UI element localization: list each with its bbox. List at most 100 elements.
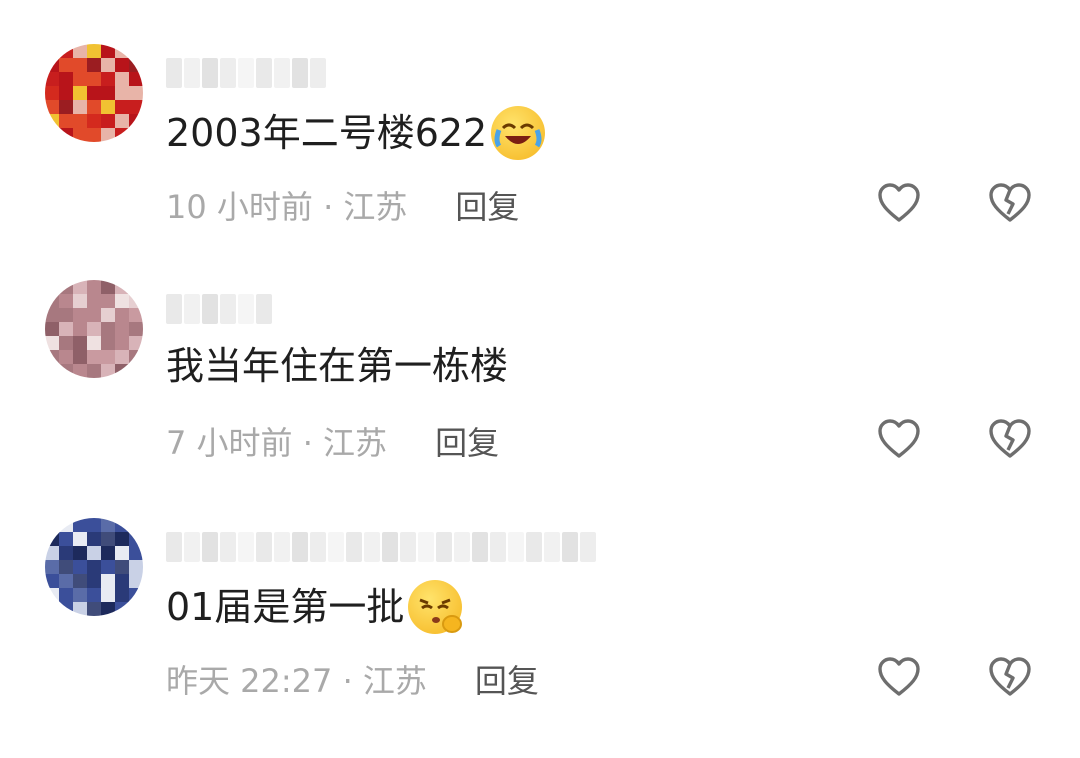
- avatar-mosaic-pixel: [129, 350, 143, 364]
- avatar-mosaic-pixel: [115, 114, 129, 128]
- avatar-mosaic-pixel: [59, 560, 73, 574]
- comment-text: 我当年住在第一栋楼: [166, 344, 509, 388]
- avatar-mosaic-pixel: [87, 114, 101, 128]
- avatar-mosaic-pixel: [73, 86, 87, 100]
- avatar-mosaic-pixel: [59, 100, 73, 114]
- avatar[interactable]: [45, 518, 143, 616]
- avatar-mosaic-pixel: [101, 114, 115, 128]
- avatar-mosaic-pixel: [87, 364, 101, 378]
- username-mosaic-block: [184, 58, 200, 88]
- avatar-mosaic-pixel: [45, 560, 59, 574]
- username-blurred: [166, 58, 326, 88]
- avatar-mosaic-pixel: [59, 322, 73, 336]
- avatar-mosaic-pixel: [59, 72, 73, 86]
- avatar-mosaic-pixel: [59, 350, 73, 364]
- avatar-mosaic-pixel: [129, 308, 143, 322]
- avatar-mosaic-pixel: [101, 350, 115, 364]
- username-mosaic-block: [256, 294, 272, 324]
- username-mosaic-block: [256, 58, 272, 88]
- avatar-mosaic-pixel: [101, 58, 115, 72]
- avatar-mosaic-pixel: [45, 602, 59, 616]
- like-button[interactable]: [876, 416, 922, 462]
- username-mosaic-block: [274, 58, 290, 88]
- comment-item: 01届是第一批 昨天 22:27 · 江苏 回复: [0, 518, 1080, 758]
- avatar-mosaic-pixel: [129, 574, 143, 588]
- username-mosaic-block: [256, 532, 272, 562]
- avatar-mosaic-pixel: [129, 322, 143, 336]
- username-mosaic-block: [238, 294, 254, 324]
- avatar-mosaic-pixel: [101, 308, 115, 322]
- avatar[interactable]: [45, 44, 143, 142]
- avatar-mosaic-pixel: [129, 86, 143, 100]
- avatar-mosaic-pixel: [45, 44, 59, 58]
- username-mosaic-block: [346, 532, 362, 562]
- avatar-mosaic-pixel: [87, 546, 101, 560]
- username-mosaic-block: [220, 532, 236, 562]
- time-location: 昨天 22:27 · 江苏: [166, 662, 427, 700]
- avatar-mosaic-pixel: [59, 308, 73, 322]
- dislike-button[interactable]: [987, 416, 1033, 462]
- avatar-mosaic-pixel: [45, 364, 59, 378]
- avatar-mosaic-pixel: [87, 308, 101, 322]
- avatar-mosaic-pixel: [101, 294, 115, 308]
- avatar-mosaic-pixel: [115, 280, 129, 294]
- avatar-mosaic-pixel: [129, 72, 143, 86]
- username-mosaic-block: [220, 58, 236, 88]
- dislike-button[interactable]: [987, 654, 1033, 700]
- username-mosaic-block: [202, 58, 218, 88]
- avatar-mosaic-pixel: [45, 100, 59, 114]
- avatar[interactable]: [45, 280, 143, 378]
- avatar-mosaic-pixel: [101, 72, 115, 86]
- avatar-mosaic-pixel: [101, 588, 115, 602]
- avatar-mosaic-pixel: [115, 364, 129, 378]
- avatar-mosaic-pixel: [45, 280, 59, 294]
- avatar-mosaic-pixel: [45, 588, 59, 602]
- avatar-mosaic-pixel: [45, 128, 59, 142]
- broken-heart-icon: [989, 657, 1031, 696]
- avatar-mosaic-pixel: [115, 532, 129, 546]
- avatar-mosaic-pixel: [129, 588, 143, 602]
- avatar-mosaic-pixel: [115, 128, 129, 142]
- avatar-mosaic-pixel: [101, 560, 115, 574]
- username-mosaic-block: [202, 532, 218, 562]
- avatar-mosaic-pixel: [45, 294, 59, 308]
- avatar-mosaic-pixel: [115, 518, 129, 532]
- avatar-mosaic-pixel: [115, 546, 129, 560]
- avatar-mosaic-pixel: [87, 336, 101, 350]
- username-mosaic-block: [238, 532, 254, 562]
- avatar-mosaic-pixel: [129, 44, 143, 58]
- reply-button[interactable]: 回复: [455, 182, 519, 228]
- username-blurred: [166, 532, 596, 562]
- like-button[interactable]: [876, 654, 922, 700]
- avatar-mosaic-pixel: [59, 364, 73, 378]
- avatar-mosaic-pixel: [45, 58, 59, 72]
- avatar-mosaic-pixel: [129, 546, 143, 560]
- like-button[interactable]: [876, 180, 922, 226]
- avatar-mosaic-pixel: [101, 336, 115, 350]
- avatar-mosaic-pixel: [129, 532, 143, 546]
- avatar-mosaic-pixel: [101, 602, 115, 616]
- reply-button[interactable]: 回复: [435, 418, 499, 464]
- avatar-mosaic-pixel: [101, 280, 115, 294]
- username-mosaic-block: [274, 532, 290, 562]
- avatar-mosaic-pixel: [129, 58, 143, 72]
- avatar-mosaic-pixel: [101, 44, 115, 58]
- avatar-mosaic-pixel: [87, 280, 101, 294]
- username-mosaic-block: [526, 532, 542, 562]
- avatar-mosaic-pixel: [73, 128, 87, 142]
- username-mosaic-block: [418, 532, 434, 562]
- avatar-mosaic-pixel: [101, 574, 115, 588]
- avatar-mosaic-pixel: [87, 532, 101, 546]
- avatar-mosaic-pixel: [73, 364, 87, 378]
- reply-button[interactable]: 回复: [475, 656, 539, 702]
- heart-icon: [878, 419, 920, 458]
- username-mosaic-block: [328, 532, 344, 562]
- dislike-button[interactable]: [987, 180, 1033, 226]
- avatar-mosaic-pixel: [59, 546, 73, 560]
- heart-icon: [878, 183, 920, 222]
- avatar-mosaic-pixel: [59, 280, 73, 294]
- avatar-mosaic-pixel: [87, 518, 101, 532]
- username-blurred: [166, 294, 272, 324]
- avatar-mosaic-pixel: [45, 546, 59, 560]
- avatar-mosaic-pixel: [115, 588, 129, 602]
